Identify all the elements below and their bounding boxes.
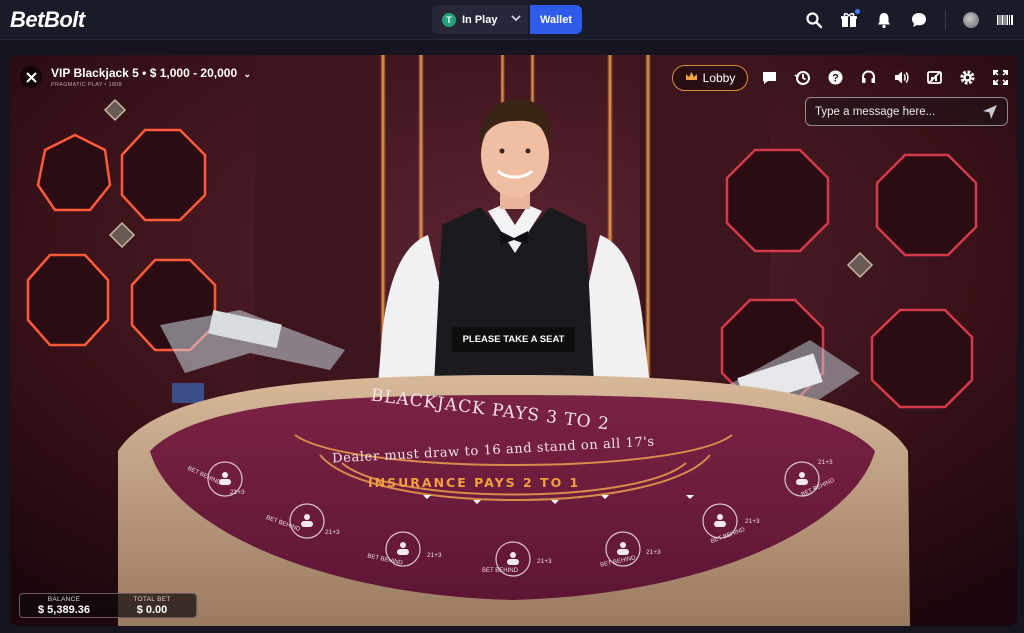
sound-icon[interactable] xyxy=(890,66,912,88)
top-navigation-bar: BetBolt T In Play Wallet xyxy=(0,0,1024,40)
close-icon xyxy=(25,71,37,83)
search-icon[interactable] xyxy=(805,11,823,29)
history-icon[interactable] xyxy=(791,66,813,88)
chat-icon[interactable] xyxy=(910,11,928,29)
video-icon[interactable] xyxy=(923,66,945,88)
chevron-down-icon xyxy=(511,13,522,26)
send-icon[interactable] xyxy=(982,104,998,120)
seat-spot-5[interactable] xyxy=(606,532,640,566)
crown-icon xyxy=(685,71,698,85)
total-bet-section: TOTAL BET $ 0.00 xyxy=(108,594,196,617)
game-title-text: VIP Blackjack 5 • $ 1,000 - 20,000 xyxy=(51,66,238,80)
divider xyxy=(945,10,946,30)
support-icon[interactable] xyxy=(857,66,879,88)
top-icon-bar xyxy=(805,0,1014,40)
balance-label: BALANCE xyxy=(47,595,81,603)
side-bet-label: 21+3 xyxy=(325,529,340,536)
provider-label: PRAGMATIC PLAY • 1808 xyxy=(51,82,122,88)
tether-currency-icon: T xyxy=(442,12,456,27)
take-seat-message: PLEASE TAKE A SEAT xyxy=(452,327,575,352)
play-wallet-switch: T In Play Wallet xyxy=(432,5,582,34)
table-insurance-text: INSURANCE PAYS 2 TO 1 xyxy=(368,475,581,490)
side-bet-label: 21+3 xyxy=(745,518,760,525)
lobby-button[interactable]: Lobby xyxy=(672,65,748,91)
svg-text:?: ? xyxy=(832,72,839,84)
game-header: VIP Blackjack 5 • $ 1,000 - 20,000 ⌄ PRA… xyxy=(10,55,1017,99)
seat-spot-4[interactable] xyxy=(496,542,530,576)
total-bet-label: TOTAL BET xyxy=(133,595,171,603)
bell-icon[interactable] xyxy=(875,11,893,29)
seat-spot-3[interactable] xyxy=(386,532,420,566)
balance-section: BALANCE $ 5,389.36 xyxy=(20,594,108,617)
side-bet-label: 21+3 xyxy=(818,459,833,466)
in-play-dropdown[interactable]: T In Play xyxy=(432,5,528,34)
chat-message-box xyxy=(805,97,1008,126)
side-bet-label: 21+3 xyxy=(537,558,552,565)
notification-dot xyxy=(855,9,860,14)
barcode-icon[interactable] xyxy=(996,11,1014,29)
seat-spot-6[interactable] xyxy=(703,504,737,538)
gift-icon[interactable] xyxy=(840,9,860,29)
lobby-label: Lobby xyxy=(702,71,736,85)
game-controls: ? xyxy=(758,66,1011,88)
side-bet-label: 21+3 xyxy=(427,552,442,559)
live-game-window: BLACKJACK PAYS 3 TO 2 Dealer must draw t… xyxy=(10,55,1017,626)
in-play-label: In Play xyxy=(462,13,498,26)
seat-spot-7[interactable] xyxy=(785,462,819,496)
wallet-button[interactable]: Wallet xyxy=(530,5,582,34)
side-bet-label: 21+3 xyxy=(646,549,661,556)
balance-value: $ 5,389.36 xyxy=(38,603,90,616)
avatar[interactable] xyxy=(963,12,979,28)
total-bet-value: $ 0.00 xyxy=(136,603,168,616)
chat-input[interactable] xyxy=(815,105,975,118)
seat-spot-2[interactable] xyxy=(290,504,324,538)
close-game-button[interactable] xyxy=(20,66,42,88)
chat-icon[interactable] xyxy=(758,66,780,88)
chevron-down-icon: ⌄ xyxy=(243,69,252,79)
balance-panel: BALANCE $ 5,389.36 TOTAL BET $ 0.00 xyxy=(19,593,197,618)
game-title[interactable]: VIP Blackjack 5 • $ 1,000 - 20,000 ⌄ xyxy=(51,66,251,80)
help-icon[interactable]: ? xyxy=(824,66,846,88)
fullscreen-icon[interactable] xyxy=(989,66,1011,88)
seat-spot-1[interactable] xyxy=(208,462,242,496)
site-logo[interactable]: BetBolt xyxy=(10,7,85,33)
settings-icon[interactable] xyxy=(956,66,978,88)
